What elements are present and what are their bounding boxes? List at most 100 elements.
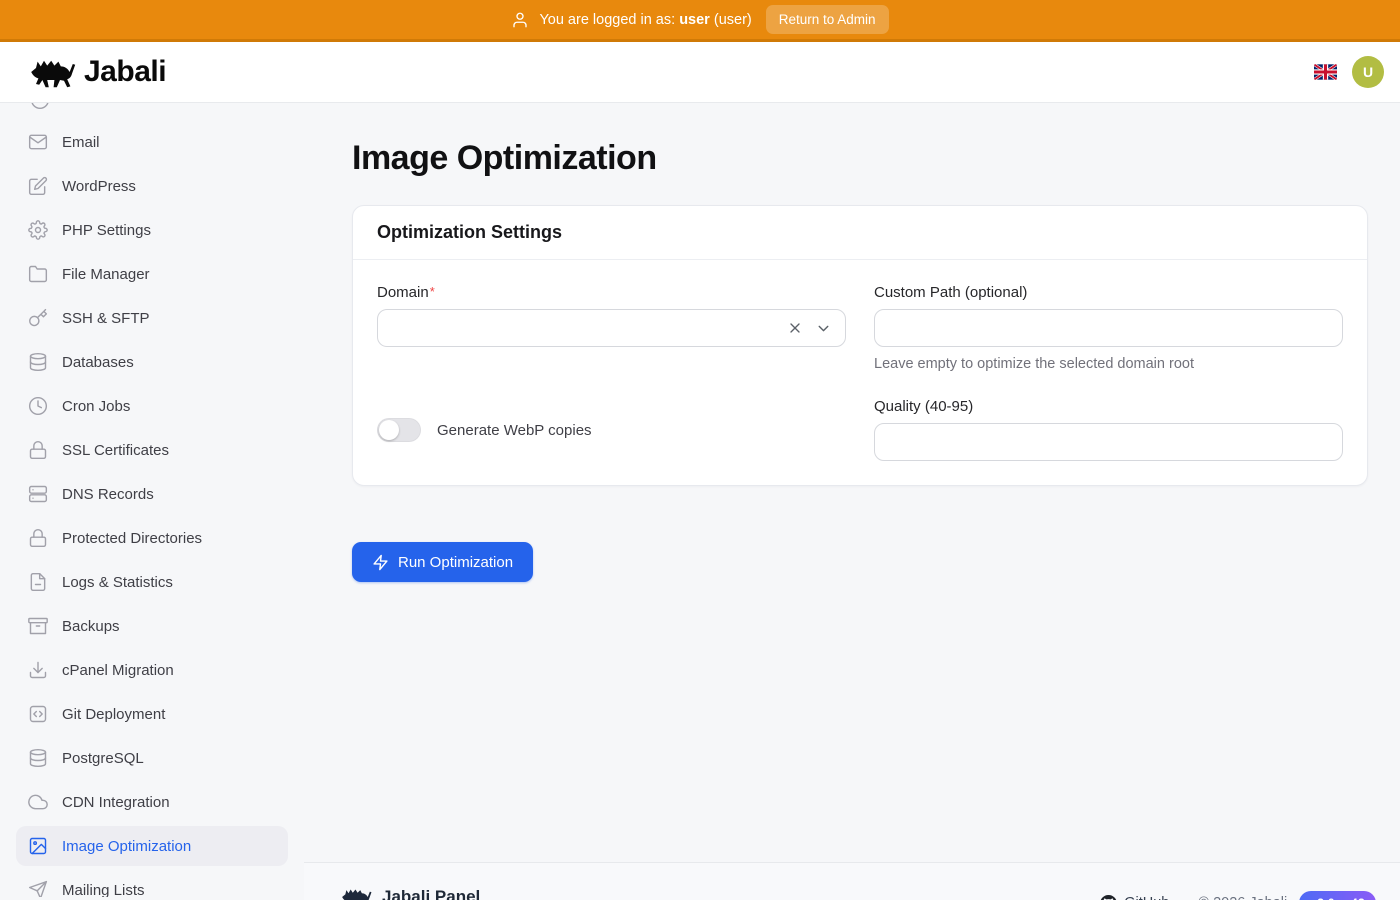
brand-name: Jabali [84, 55, 166, 89]
sidebar-item-postgresql[interactable]: PostgreSQL [16, 738, 288, 778]
lock-icon [28, 440, 48, 460]
sidebar-item-label: Image Optimization [62, 838, 191, 855]
custom-path-input[interactable] [874, 309, 1343, 347]
run-optimization-button[interactable]: Run Optimization [352, 542, 533, 582]
sidebar-item-label: Email [62, 134, 100, 151]
sidebar-item-ssh-sftp[interactable]: SSH & SFTP [16, 298, 288, 338]
login-status-message: You are logged in as: user (user) [511, 11, 751, 29]
sidebar-item-label: Cron Jobs [62, 398, 130, 415]
user-avatar[interactable]: U [1352, 56, 1384, 88]
domain-select[interactable] [377, 309, 846, 347]
footer-copyright: © 2026 Jabali [1198, 895, 1287, 900]
sidebar-item-label: Databases [62, 354, 134, 371]
footer-separator: · [1181, 895, 1186, 900]
app-header: Jabali U [0, 42, 1400, 103]
image-icon [28, 836, 48, 856]
sidebar-item-label: CDN Integration [62, 794, 170, 811]
sidebar-item-label: Backups [62, 618, 120, 635]
sidebar-nav: Email WordPress PHP Settings File Manager SS… [0, 103, 304, 897]
sidebar-item-dns-records[interactable]: DNS Records [16, 474, 288, 514]
webp-toggle-group: Generate WebP copies [377, 418, 846, 442]
footer-boar-logo-icon [340, 885, 372, 900]
page-title: Image Optimization [352, 138, 1368, 178]
clock-icon [28, 396, 48, 416]
toggle-knob [379, 420, 399, 440]
sidebar-item-image-optimization[interactable]: Image Optimization [16, 826, 288, 866]
sidebar-item-logs-statistics[interactable]: Logs & Statistics [16, 562, 288, 602]
card-body: Domain* Custom Path (optional) Leave [353, 260, 1367, 485]
sidebar-item-file-manager[interactable]: File Manager [16, 254, 288, 294]
version-badge: v2.0-rc42 [1299, 891, 1376, 900]
lock-icon [28, 528, 48, 548]
database-icon [28, 748, 48, 768]
page-shell: Email WordPress PHP Settings File Manager SS… [0, 103, 1400, 897]
sidebar-item-label: PHP Settings [62, 222, 151, 239]
webp-toggle-label: Generate WebP copies [437, 422, 592, 439]
sidebar-item-label: PostgreSQL [62, 750, 144, 767]
sidebar-item-ssl-certificates[interactable]: SSL Certificates [16, 430, 288, 470]
domain-field-group: Domain* [377, 284, 846, 347]
custom-path-hint: Leave empty to optimize the selected dom… [874, 356, 1343, 372]
file-text-icon [28, 572, 48, 592]
card-header: Optimization Settings [353, 206, 1367, 260]
custom-path-field-group: Custom Path (optional) Leave empty to op… [874, 284, 1343, 372]
quality-field-group: Quality (40-95) [874, 398, 1343, 461]
quality-label: Quality (40-95) [874, 398, 1343, 415]
custom-path-label: Custom Path (optional) [874, 284, 1343, 301]
sidebar-item-cdn-integration[interactable]: CDN Integration [16, 782, 288, 822]
sidebar-item-php-settings[interactable]: PHP Settings [16, 210, 288, 250]
chevron-down-icon[interactable] [815, 320, 832, 337]
sidebar-item-cron-jobs[interactable]: Cron Jobs [16, 386, 288, 426]
page-footer: Jabali Panel GitHub · © 2026 Jabali v2.0… [304, 862, 1400, 900]
sidebar-item-label: SSL Certificates [62, 442, 169, 459]
domain-label: Domain* [377, 284, 846, 301]
card-title: Optimization Settings [377, 222, 562, 242]
optimization-settings-card: Optimization Settings Domain* [352, 205, 1368, 486]
sidebar-item-git-deployment[interactable]: Git Deployment [16, 694, 288, 734]
sidebar-item-wordpress[interactable]: WordPress [16, 166, 288, 206]
login-message-text: You are logged in as: user (user) [539, 12, 751, 28]
sidebar-item-label: Git Deployment [62, 706, 165, 723]
sidebar-item-email[interactable]: Email [16, 122, 288, 162]
sidebar-item-label: Protected Directories [62, 530, 202, 547]
sidebar-item-backups[interactable]: Backups [16, 606, 288, 646]
sidebar-item-label: Logs & Statistics [62, 574, 173, 591]
clipped-previous-item-icon [30, 103, 50, 115]
send-icon [28, 880, 48, 897]
mail-icon [28, 132, 48, 152]
footer-brand-name: Jabali Panel [382, 887, 480, 900]
generate-webp-toggle[interactable] [377, 418, 421, 442]
boar-logo-icon [28, 53, 76, 91]
github-link[interactable]: GitHub [1100, 895, 1169, 900]
database-icon [28, 352, 48, 372]
user-icon [511, 11, 529, 29]
sidebar-item-label: WordPress [62, 178, 136, 195]
uk-flag-language-icon[interactable] [1314, 64, 1337, 80]
github-link-label: GitHub [1124, 895, 1169, 900]
footer-brand: Jabali Panel [340, 885, 480, 900]
impersonation-banner: You are logged in as: user (user) Return… [0, 0, 1400, 42]
logged-in-username: user [679, 12, 710, 28]
sidebar-item-mailing-lists[interactable]: Mailing Lists [16, 870, 288, 897]
header-actions: U [1314, 56, 1384, 88]
quality-input[interactable] [874, 423, 1343, 461]
sidebar-item-label: SSH & SFTP [62, 310, 150, 327]
clear-selection-icon[interactable] [787, 320, 803, 336]
sidebar-item-label: DNS Records [62, 486, 154, 503]
brand: Jabali [28, 53, 166, 91]
sidebar-item-protected-directories[interactable]: Protected Directories [16, 518, 288, 558]
run-button-label: Run Optimization [398, 554, 513, 571]
cloud-icon [28, 792, 48, 812]
sidebar-item-databases[interactable]: Databases [16, 342, 288, 382]
github-icon [1100, 895, 1117, 900]
required-asterisk: * [430, 284, 435, 299]
sidebar-item-label: File Manager [62, 266, 150, 283]
sidebar-item-cpanel-migration[interactable]: cPanel Migration [16, 650, 288, 690]
server-icon [28, 484, 48, 504]
footer-links: GitHub · © 2026 Jabali v2.0-rc42 [1100, 891, 1376, 900]
return-to-admin-button[interactable]: Return to Admin [766, 5, 889, 34]
sidebar-items: Email WordPress PHP Settings File Manager SS… [16, 122, 288, 897]
main-content: Image Optimization Optimization Settings… [304, 103, 1400, 897]
key-icon [28, 308, 48, 328]
sidebar-item-label: Mailing Lists [62, 882, 145, 898]
